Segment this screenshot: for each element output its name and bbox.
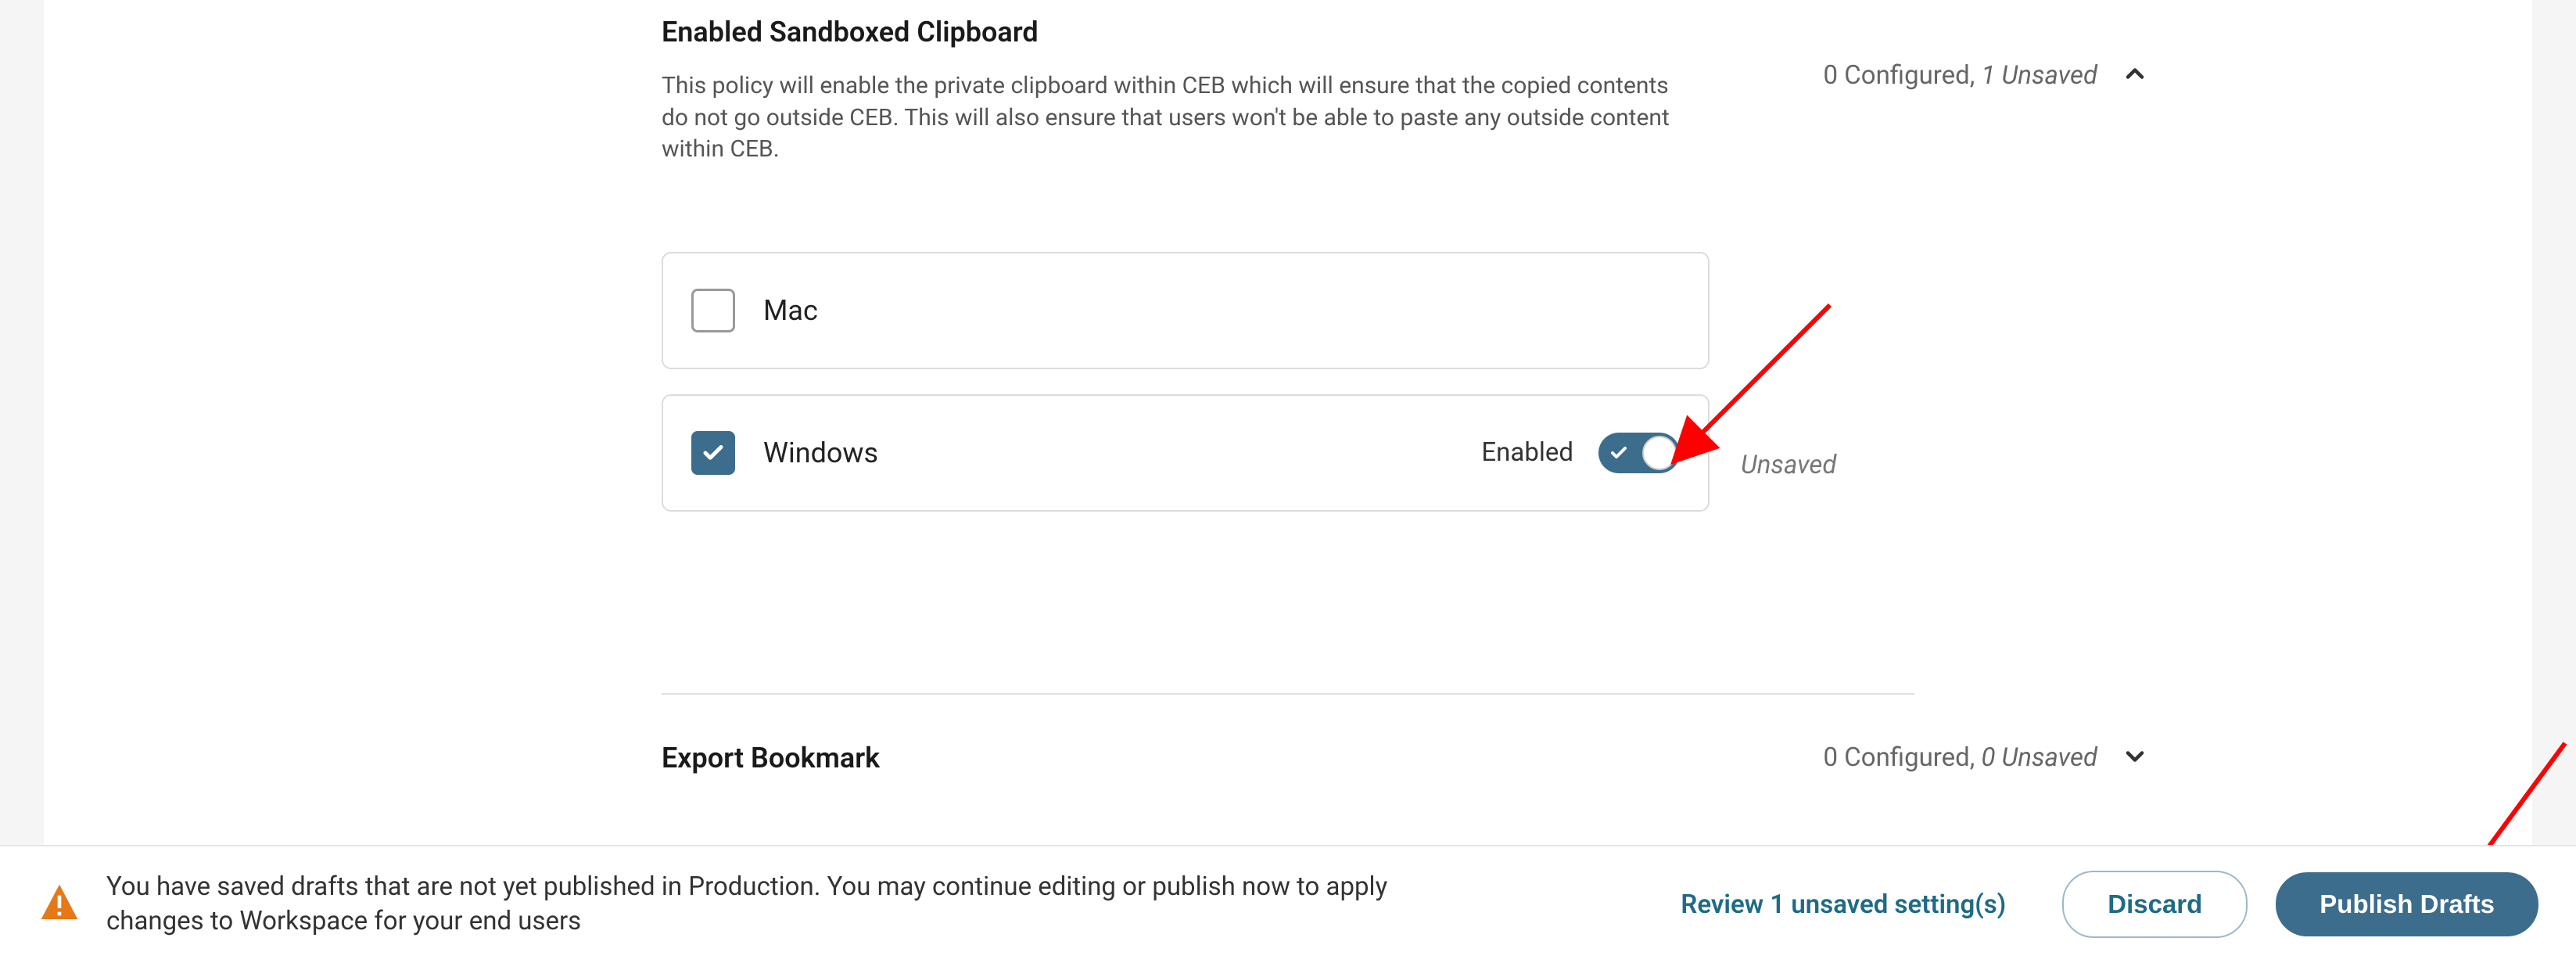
checkbox-mac[interactable]	[691, 289, 735, 332]
status-configured: 0 Configured,	[1824, 60, 1975, 91]
option-card-windows[interactable]: Windows Enabled	[662, 394, 1710, 512]
bottom-message: You have saved drafts that are not yet p…	[106, 870, 1436, 940]
bottom-left: You have saved drafts that are not yet p…	[38, 870, 1436, 940]
option-right: Enabled	[1481, 433, 1680, 473]
option-left: Windows	[691, 431, 878, 475]
warning-icon	[38, 881, 81, 928]
review-unsaved-link[interactable]: Review 1 unsaved setting(s)	[1681, 889, 2006, 920]
status-text: 0 Configured, 0 Unsaved	[1824, 742, 2097, 773]
option-card-mac[interactable]: Mac	[662, 252, 1710, 369]
checkbox-windows[interactable]	[691, 431, 735, 475]
publish-drafts-button[interactable]: Publish Drafts	[2276, 872, 2538, 936]
policy-title: Enabled Sandboxed Clipboard	[662, 16, 1678, 49]
option-label-windows: Windows	[763, 437, 878, 469]
toggle-windows-enabled[interactable]	[1598, 433, 1680, 473]
discard-button[interactable]: Discard	[2062, 871, 2248, 938]
unsaved-badge: Unsaved	[1741, 450, 1836, 480]
policy-description: This policy will enable the private clip…	[662, 70, 1678, 166]
bottom-right: Review 1 unsaved setting(s) Discard Publ…	[1681, 871, 2538, 938]
option-row-mac: Mac	[662, 252, 1914, 394]
status-unsaved: 0 Unsaved	[1981, 742, 2097, 773]
policy-header-right[interactable]: 0 Configured, 1 Unsaved	[1824, 59, 2149, 91]
policy-header-right[interactable]: 0 Configured, 0 Unsaved	[1824, 742, 2149, 774]
status-configured: 0 Configured,	[1824, 742, 1975, 773]
chevron-down-icon[interactable]	[2121, 742, 2149, 774]
toggle-knob	[1642, 436, 1677, 470]
option-left: Mac	[691, 289, 818, 332]
option-cards: Mac Windows Enabled	[662, 252, 1914, 537]
option-label-mac: Mac	[763, 294, 818, 327]
bottom-notification-bar: You have saved drafts that are not yet p…	[0, 845, 2576, 963]
policy-section-sandboxed-clipboard: Enabled Sandboxed Clipboard This policy …	[662, 16, 1914, 537]
status-unsaved: 1 Unsaved	[1981, 60, 2097, 91]
policy-title-export-bookmark: Export Bookmark	[662, 742, 880, 774]
policy-section-export-bookmark: Export Bookmark 0 Configured, 0 Unsaved	[662, 742, 1914, 774]
status-text: 0 Configured, 1 Unsaved	[1824, 60, 2097, 91]
section-divider	[662, 693, 1914, 695]
enabled-label: Enabled	[1481, 437, 1573, 468]
chevron-up-icon[interactable]	[2121, 59, 2149, 91]
option-row-windows: Windows Enabled Unsaved	[662, 394, 1914, 537]
page-container: Enabled Sandboxed Clipboard This policy …	[44, 0, 2532, 963]
policy-header-row: Enabled Sandboxed Clipboard This policy …	[662, 16, 1914, 166]
policy-header-left: Enabled Sandboxed Clipboard This policy …	[662, 16, 1678, 166]
